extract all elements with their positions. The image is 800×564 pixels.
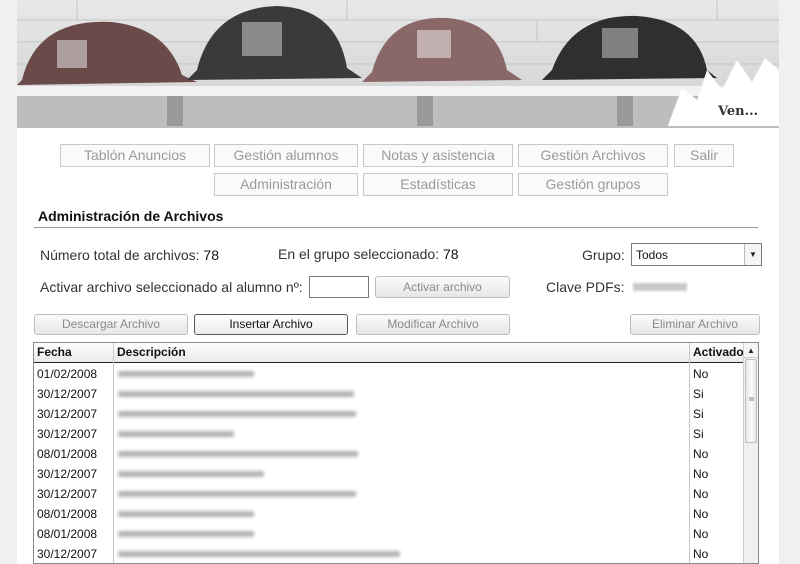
cell-activado: Si (693, 407, 704, 421)
grip-icon: ═ ═ (749, 395, 754, 404)
cell-fecha: 01/02/2008 (37, 367, 98, 381)
download-file-button[interactable]: Descargar Archivo (34, 314, 188, 335)
cell-descripcion (114, 524, 690, 544)
cell-fecha: 30/12/2007 (37, 467, 98, 481)
grupo-label: Grupo: (582, 247, 625, 263)
table-row[interactable]: 08/01/2008 No (34, 504, 744, 524)
cell-fecha: 08/01/2008 (37, 447, 98, 461)
nav-tablon-anuncios[interactable]: Tablón Anuncios (60, 144, 210, 167)
cell-activado: No (693, 507, 709, 521)
nav-administracion[interactable]: Administración (214, 173, 358, 196)
cell-activado: Si (693, 387, 704, 401)
cell-descripcion (114, 404, 690, 424)
nav-notas-asistencia[interactable]: Notas y asistencia (363, 144, 513, 167)
page-title: Administración de Archivos (38, 208, 224, 224)
redacted-description (118, 451, 358, 457)
clave-pdfs-label: Clave PDFs: (546, 279, 625, 295)
group-files-stat: En el grupo seleccionado: 78 (278, 246, 459, 262)
delete-file-button[interactable]: Eliminar Archivo (630, 314, 760, 335)
cell-activado: No (693, 367, 709, 381)
table-row[interactable]: 30/12/2007 No (34, 484, 744, 504)
table-row[interactable]: 30/12/2007 No (34, 544, 744, 563)
table-scrollbar[interactable]: ▲ ═ ═ (743, 343, 758, 563)
cell-fecha: 30/12/2007 (37, 407, 98, 421)
column-header-descripcion[interactable]: Descripción (114, 343, 690, 362)
chevron-down-icon[interactable]: ▼ (744, 244, 761, 265)
table-row[interactable]: 08/01/2008 No (34, 524, 744, 544)
nav-gestion-grupos[interactable]: Gestión grupos (518, 173, 668, 196)
table-row[interactable]: 01/02/2008 No (34, 364, 744, 384)
cell-fecha: 08/01/2008 (37, 507, 98, 521)
student-number-input[interactable] (309, 276, 369, 298)
nav-salir[interactable]: Salir (674, 144, 734, 167)
redacted-description (118, 431, 234, 437)
redacted-description (118, 551, 400, 557)
helmets-image (17, 0, 779, 126)
grupo-select[interactable]: Todos ▼ (631, 243, 762, 266)
cell-activado: No (693, 547, 709, 561)
cell-activado: No (693, 527, 709, 541)
total-files-value: 78 (203, 247, 219, 263)
table-row[interactable]: 08/01/2008 No (34, 444, 744, 464)
files-table[interactable]: Fecha Descripción Activado 01/02/2008 No 3… (33, 342, 759, 564)
cell-activado: No (693, 487, 709, 501)
redacted-description (118, 391, 354, 397)
activate-label: Activar archivo seleccionado al alumno n… (40, 279, 303, 295)
table-row[interactable]: 30/12/2007 Si (34, 404, 744, 424)
redacted-description (118, 411, 356, 417)
modify-file-button[interactable]: Modificar Archivo (356, 314, 510, 335)
total-files-stat: Número total de archivos: 78 (40, 247, 219, 263)
cell-descripcion (114, 504, 690, 524)
scroll-thumb[interactable]: ═ ═ (745, 359, 757, 443)
insert-file-button[interactable]: Insertar Archivo (194, 314, 348, 335)
banner-caption: Ven... (718, 104, 759, 119)
redacted-description (118, 491, 356, 497)
table-row[interactable]: 30/12/2007 Si (34, 384, 744, 404)
cell-descripcion (114, 544, 690, 563)
group-files-label: En el grupo seleccionado: (278, 246, 440, 262)
cell-descripcion (114, 424, 690, 444)
redacted-description (118, 511, 254, 517)
cell-fecha: 30/12/2007 (37, 547, 98, 561)
table-header: Fecha Descripción Activado (34, 343, 744, 363)
page: Ven... Tablón Anuncios Gestión alumnos N… (17, 0, 779, 564)
header-banner: Ven... (17, 0, 779, 128)
group-files-value: 78 (443, 246, 459, 262)
cell-activado: No (693, 447, 709, 461)
nav-estadisticas[interactable]: Estadísticas (363, 173, 513, 196)
cell-activado: No (693, 467, 709, 481)
column-header-activado[interactable]: Activado (690, 343, 744, 362)
table-row[interactable]: 30/12/2007 Si (34, 424, 744, 444)
table-row[interactable]: 30/12/2007 No (34, 464, 744, 484)
title-divider (34, 227, 758, 228)
cell-fecha: 30/12/2007 (37, 487, 98, 501)
total-files-label: Número total de archivos: (40, 247, 200, 263)
clave-pdfs-value (633, 283, 687, 291)
cell-descripcion (114, 464, 690, 484)
cell-descripcion (114, 364, 690, 384)
cell-fecha: 30/12/2007 (37, 387, 98, 401)
redacted-description (118, 471, 264, 477)
cell-fecha: 30/12/2007 (37, 427, 98, 441)
cell-descripcion (114, 384, 690, 404)
cell-fecha: 08/01/2008 (37, 527, 98, 541)
cell-activado: Si (693, 427, 704, 441)
activate-file-button[interactable]: Activar archivo (375, 276, 510, 298)
nav-gestion-alumnos[interactable]: Gestión alumnos (214, 144, 358, 167)
nav-gestion-archivos[interactable]: Gestión Archivos (518, 144, 668, 167)
cell-descripcion (114, 484, 690, 504)
grupo-selected-value: Todos (636, 248, 669, 262)
cell-descripcion (114, 444, 690, 464)
redacted-description (118, 531, 254, 537)
scroll-up-arrow-icon[interactable]: ▲ (744, 343, 758, 358)
redacted-description (118, 371, 254, 377)
column-header-fecha[interactable]: Fecha (34, 343, 114, 362)
